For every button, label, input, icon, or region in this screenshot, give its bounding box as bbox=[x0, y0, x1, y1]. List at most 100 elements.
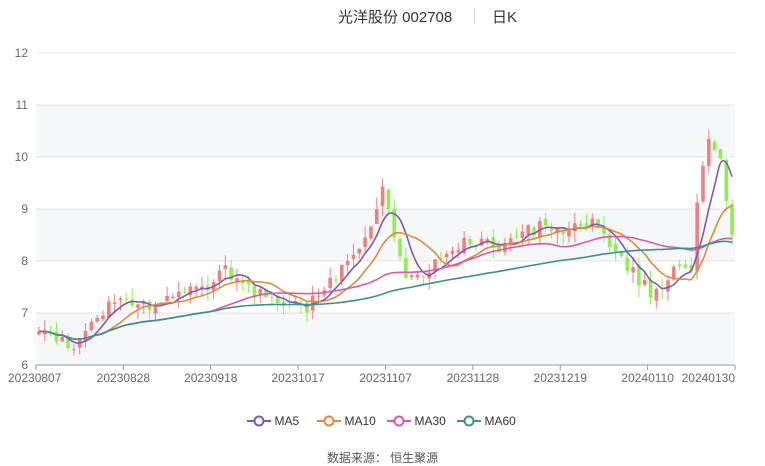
candle-body bbox=[409, 275, 414, 278]
candle-body bbox=[89, 321, 94, 331]
candle-body bbox=[444, 253, 449, 258]
candle-body bbox=[701, 165, 705, 202]
candle-body bbox=[66, 339, 70, 349]
y-axis: 6 7 8 9 10 11 12 bbox=[15, 46, 29, 372]
candle-body bbox=[613, 244, 618, 253]
y-tick-label: 7 bbox=[21, 306, 28, 320]
candle-body bbox=[642, 280, 647, 285]
candle-body bbox=[590, 218, 595, 225]
plot-bands bbox=[36, 105, 735, 365]
candle-body bbox=[363, 237, 367, 248]
candle-body bbox=[316, 295, 321, 297]
y-tick-label: 9 bbox=[21, 202, 28, 216]
candle-body bbox=[246, 281, 251, 285]
candle-body bbox=[543, 218, 548, 226]
candle-body bbox=[654, 288, 659, 301]
candle-body bbox=[95, 317, 99, 322]
candle-body bbox=[176, 291, 181, 298]
candle-body bbox=[666, 280, 670, 292]
x-tick-label: 20230828 bbox=[97, 371, 151, 385]
data-source: 数据来源： 恒生聚源 bbox=[326, 451, 439, 465]
candle-body bbox=[340, 264, 344, 282]
legend: MA5 MA10 MA30 MA60 bbox=[0, 412, 765, 430]
candle-body bbox=[351, 254, 356, 259]
candle-body bbox=[153, 307, 158, 314]
x-tick-label: 20240130 bbox=[682, 371, 736, 385]
candle-body bbox=[357, 248, 362, 254]
x-tick-label: 20231128 bbox=[447, 371, 500, 385]
candle-body bbox=[718, 149, 723, 159]
candle-body bbox=[328, 277, 332, 288]
candle-body bbox=[223, 265, 228, 269]
candle-body bbox=[683, 264, 688, 268]
candle-body bbox=[345, 260, 350, 265]
candle-body bbox=[136, 304, 140, 308]
candle-body bbox=[165, 295, 169, 301]
y-tick-label: 11 bbox=[16, 98, 29, 112]
candle-body bbox=[619, 252, 624, 257]
candle-body bbox=[415, 274, 420, 278]
candle-body bbox=[380, 186, 385, 207]
candle-body bbox=[194, 286, 198, 290]
candle-body bbox=[130, 299, 134, 306]
x-tick-label: 20240110 bbox=[621, 371, 674, 385]
candle-body bbox=[526, 225, 531, 235]
candle-body bbox=[182, 291, 187, 293]
candle-body bbox=[398, 238, 402, 257]
candle-body bbox=[456, 250, 461, 253]
plot-band bbox=[36, 105, 735, 157]
candle-body bbox=[450, 250, 455, 255]
candle-body bbox=[625, 257, 630, 271]
candle-body bbox=[217, 270, 222, 282]
x-tick-label: 20231107 bbox=[359, 371, 412, 385]
candle-body bbox=[60, 337, 65, 342]
legend-item-ma5[interactable]: MA5 bbox=[246, 412, 300, 430]
candle-body bbox=[124, 298, 129, 300]
legend-item-ma10[interactable]: MA10 bbox=[316, 412, 376, 430]
x-tick-label: 20230807 bbox=[8, 371, 62, 385]
candle-body bbox=[421, 276, 426, 278]
candle-body bbox=[578, 223, 583, 226]
candle-body bbox=[491, 237, 496, 247]
candle-body bbox=[54, 331, 59, 342]
candle-body bbox=[270, 296, 274, 298]
legend-label: MA10 bbox=[344, 414, 376, 428]
candle-body bbox=[118, 298, 123, 300]
candle-body bbox=[112, 302, 117, 304]
candle-body bbox=[677, 264, 682, 267]
x-tick-label: 20231017 bbox=[271, 371, 325, 385]
y-tick-label: 6 bbox=[21, 358, 28, 372]
candle-body bbox=[520, 231, 525, 238]
chart-stage: 光洋股份 002708 日K 6 7 8 9 10 11 12 20230807 202308… bbox=[0, 0, 765, 465]
legend-marker-icon bbox=[316, 415, 341, 427]
legend-item-ma60[interactable]: MA60 bbox=[456, 412, 516, 430]
candle-body bbox=[712, 141, 717, 150]
candle-body bbox=[101, 315, 105, 320]
candle-body bbox=[334, 279, 338, 281]
kline-chart: 6 7 8 9 10 11 12 20230807 20230828 20230918 20231… bbox=[8, 46, 736, 385]
legend-marker-icon bbox=[386, 415, 411, 427]
x-tick-label: 20231219 bbox=[534, 371, 588, 385]
candle-body bbox=[171, 296, 175, 298]
candle-body bbox=[514, 236, 519, 238]
plot-band bbox=[36, 313, 735, 365]
candle-body bbox=[369, 226, 373, 239]
x-tick-label: 20230918 bbox=[184, 371, 238, 385]
legend-marker-icon bbox=[246, 415, 271, 427]
candle-body bbox=[386, 189, 391, 210]
legend-label: MA60 bbox=[484, 414, 516, 428]
candle-body bbox=[730, 203, 734, 235]
x-axis: 20230807 20230828 20230918 20231017 20231107… bbox=[8, 364, 736, 385]
y-tick-label: 10 bbox=[15, 150, 29, 164]
legend-label: MA30 bbox=[414, 414, 446, 428]
y-tick-label: 8 bbox=[21, 254, 28, 268]
candle-body bbox=[631, 267, 635, 273]
candle-body bbox=[468, 239, 472, 245]
candle-body bbox=[72, 349, 76, 351]
y-tick-label: 12 bbox=[15, 46, 29, 60]
legend-marker-icon bbox=[456, 415, 481, 427]
candle-body bbox=[573, 223, 577, 232]
candle-body bbox=[374, 209, 379, 224]
legend-item-ma30[interactable]: MA30 bbox=[386, 412, 446, 430]
legend-label: MA5 bbox=[274, 414, 300, 428]
